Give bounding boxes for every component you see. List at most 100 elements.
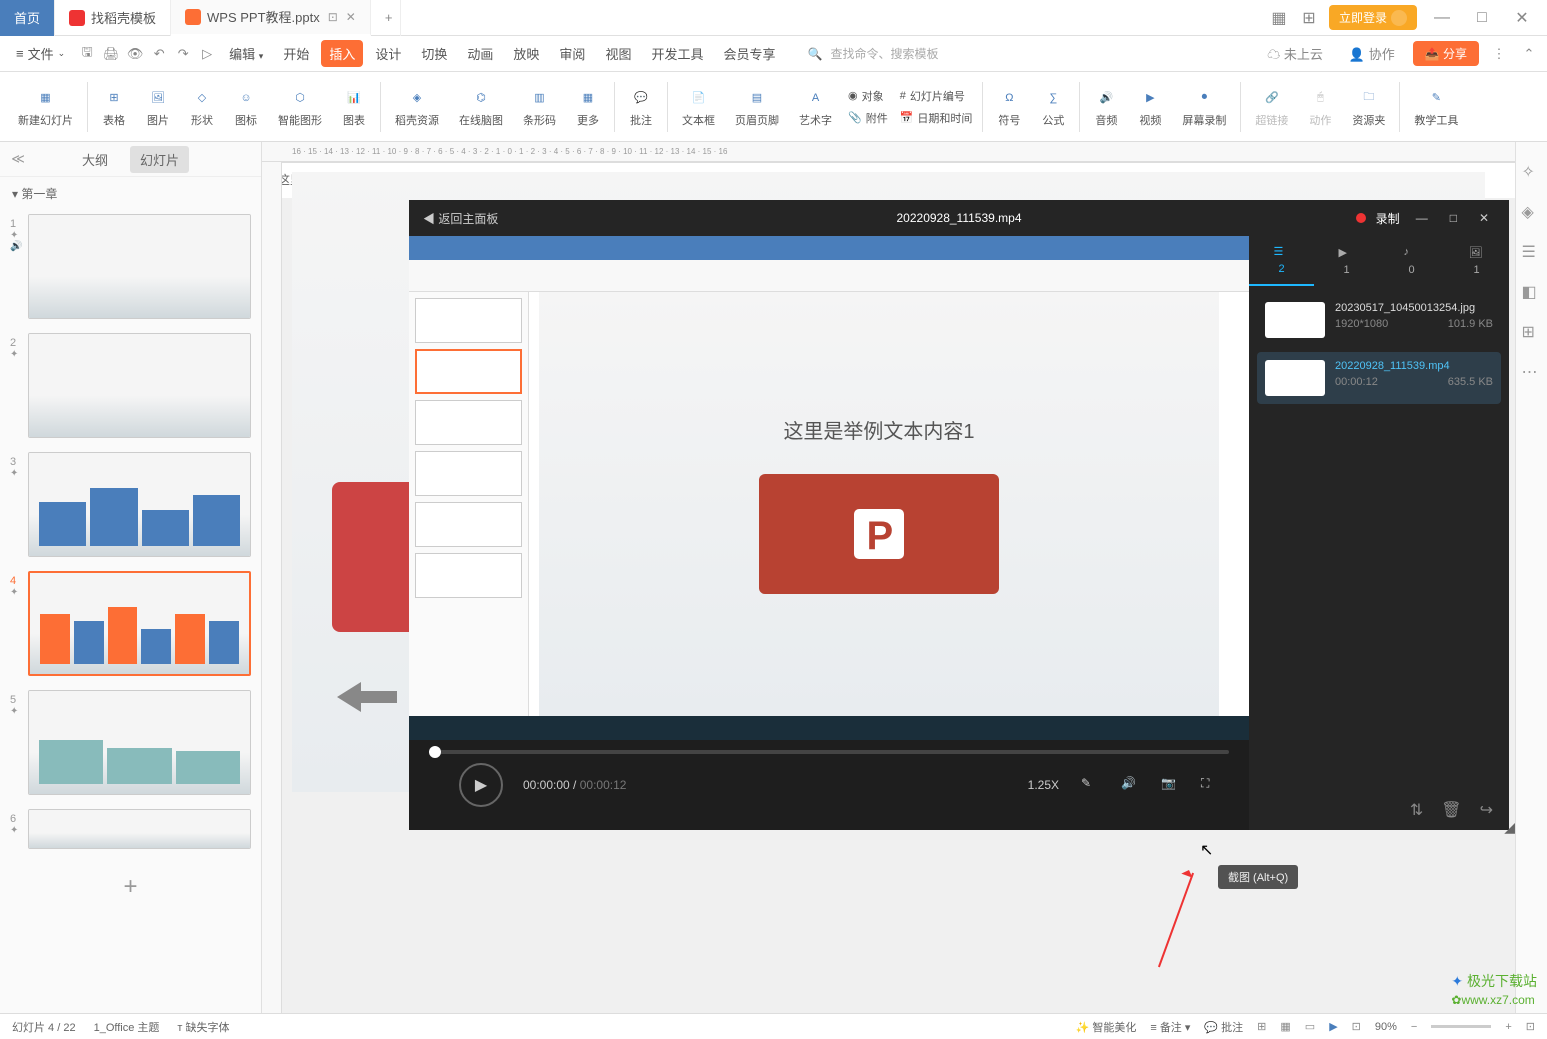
- coop-button[interactable]: 👤 协作: [1341, 40, 1403, 67]
- pltab-video[interactable]: ▶1: [1314, 236, 1379, 286]
- beautify-button[interactable]: ✨ 智能美化: [1076, 1019, 1137, 1035]
- collapse-icon[interactable]: ≪: [8, 151, 28, 167]
- rb-datetime[interactable]: 📅日期和时间: [900, 110, 973, 126]
- tab-x-icon[interactable]: ✕: [346, 10, 356, 24]
- cloud-status[interactable]: ☁ 未上云: [1259, 40, 1331, 67]
- rb-picture[interactable]: 🖼图片: [136, 77, 180, 137]
- print-icon[interactable]: 🖨: [101, 44, 121, 64]
- apps-icon[interactable]: ⊞: [1299, 8, 1319, 28]
- rb-shape[interactable]: ◇形状: [180, 77, 224, 137]
- delete-icon[interactable]: 🗑: [1441, 800, 1461, 820]
- play-button[interactable]: ▶: [459, 763, 503, 807]
- menu-member[interactable]: 会员专享: [715, 40, 783, 67]
- tp-ai-icon[interactable]: ✧: [1522, 162, 1542, 182]
- rb-newslide[interactable]: ▦新建幻灯片: [8, 77, 83, 137]
- fit-icon[interactable]: ⊡: [1526, 1020, 1535, 1033]
- maximize-icon[interactable]: □: [1467, 9, 1497, 27]
- tab-document[interactable]: WPS PPT教程.pptx ⊡ ✕: [171, 0, 371, 36]
- rb-attachment[interactable]: 📎附件: [848, 110, 888, 126]
- rb-screenrec[interactable]: ⏺屏幕录制: [1172, 77, 1236, 137]
- video-screen[interactable]: 这里是举例文本内容1 P: [409, 236, 1249, 740]
- menu-insert[interactable]: 插入: [321, 40, 363, 67]
- view-read-icon[interactable]: ▭: [1305, 1020, 1315, 1033]
- rb-chart[interactable]: 📊图表: [332, 77, 376, 137]
- volume-icon[interactable]: 🔊: [1121, 776, 1139, 794]
- sort-icon[interactable]: ⇅: [1410, 800, 1423, 820]
- tab-home[interactable]: 首页: [0, 0, 55, 36]
- more-menu-icon[interactable]: ⋮: [1489, 44, 1509, 64]
- zoom-out-icon[interactable]: −: [1411, 1021, 1417, 1033]
- tp-style-icon[interactable]: ◧: [1522, 282, 1542, 302]
- expand-icon[interactable]: ⌃: [1519, 44, 1539, 64]
- rb-hyperlink[interactable]: 🔗超链接: [1245, 77, 1298, 137]
- minimize-icon[interactable]: —: [1427, 9, 1457, 27]
- tp-design-icon[interactable]: ◈: [1522, 202, 1542, 222]
- rb-teachtool[interactable]: ✎教学工具: [1404, 77, 1468, 137]
- rb-object[interactable]: ◉对象: [848, 88, 884, 104]
- tab-close-icon[interactable]: ⊡: [328, 10, 338, 24]
- rb-mindmap[interactable]: ⌬在线脑图: [449, 77, 513, 137]
- menu-edit[interactable]: 编辑 ▾: [221, 40, 271, 67]
- zoom-slider[interactable]: [1431, 1025, 1491, 1028]
- fullscreen-icon[interactable]: ⛶: [1201, 776, 1219, 794]
- rb-respack[interactable]: 🗀资源夹: [1342, 77, 1395, 137]
- rb-headerfooter[interactable]: ▤页眉页脚: [725, 77, 789, 137]
- search-area[interactable]: 🔍 查找命令、搜索模板: [807, 45, 938, 62]
- rb-more[interactable]: ▦更多: [566, 77, 610, 137]
- notes-button[interactable]: ≡ 备注 ▾: [1150, 1019, 1190, 1035]
- screenshot-icon[interactable]: 📷: [1161, 776, 1179, 794]
- thumb-4[interactable]: 4✦: [10, 571, 251, 676]
- zoom-value[interactable]: 90%: [1375, 1021, 1397, 1033]
- speed-button[interactable]: 1.25X: [1028, 778, 1059, 792]
- rb-wordart[interactable]: A艺术字: [789, 77, 842, 137]
- preview-icon[interactable]: 👁: [125, 44, 145, 64]
- zoom-in-icon[interactable]: +: [1505, 1021, 1511, 1033]
- tp-more-icon[interactable]: ⋯: [1522, 362, 1542, 382]
- thumb-3[interactable]: 3✦: [10, 452, 251, 557]
- grid-icon[interactable]: ▦: [1269, 8, 1289, 28]
- brush-icon[interactable]: ✎: [1081, 776, 1099, 794]
- pltab-image[interactable]: 🖼1: [1444, 236, 1509, 286]
- share-button[interactable]: 📤 分享: [1413, 41, 1479, 66]
- pltab-media[interactable]: ☰2: [1249, 236, 1314, 286]
- menu-transition[interactable]: 切换: [413, 40, 455, 67]
- play-icon[interactable]: ▷: [197, 44, 217, 64]
- thumb-1[interactable]: 1✦🔊: [10, 214, 251, 319]
- thumb-2[interactable]: 2✦: [10, 333, 251, 438]
- progress-bar[interactable]: [429, 750, 1229, 754]
- record-button[interactable]: 录制: [1376, 210, 1400, 227]
- pltab-audio[interactable]: ♪0: [1379, 236, 1444, 286]
- redo-icon[interactable]: ↷: [173, 44, 193, 64]
- approve-button[interactable]: 💬 批注: [1204, 1019, 1243, 1035]
- theme-name[interactable]: 1_Office 主题: [94, 1019, 160, 1035]
- thumb-5[interactable]: 5✦: [10, 690, 251, 795]
- file-item-0[interactable]: 20230517_10450013254.jpg 1920*1080101.9 …: [1257, 294, 1501, 346]
- resize-handle-icon[interactable]: ◢: [1504, 819, 1515, 836]
- menu-devtools[interactable]: 开发工具: [643, 40, 711, 67]
- save-icon[interactable]: 🖫: [77, 44, 97, 64]
- rb-comment[interactable]: 💬批注: [619, 77, 663, 137]
- tp-list-icon[interactable]: ☰: [1522, 242, 1542, 262]
- close-window-icon[interactable]: ✕: [1507, 8, 1537, 28]
- rb-icon[interactable]: ☺图标: [224, 77, 268, 137]
- rb-barcode[interactable]: ▥条形码: [513, 77, 566, 137]
- missing-font[interactable]: ᴛ 缺失字体: [177, 1019, 229, 1035]
- tab-outline[interactable]: 大纲: [72, 146, 118, 173]
- rb-table[interactable]: ⊞表格: [92, 77, 136, 137]
- rb-symbol[interactable]: Ω符号: [987, 77, 1031, 137]
- add-slide-button[interactable]: +: [10, 863, 251, 911]
- back-button[interactable]: ◀ 返回主面板: [423, 210, 498, 227]
- menu-slideshow[interactable]: 放映: [505, 40, 547, 67]
- export-icon[interactable]: ↪: [1480, 800, 1493, 820]
- file-menu[interactable]: ≡文件⌄: [8, 40, 73, 67]
- player-maximize-icon[interactable]: □: [1444, 211, 1463, 225]
- rb-smartart[interactable]: ⬡智能图形: [268, 77, 332, 137]
- player-minimize-icon[interactable]: —: [1410, 211, 1434, 225]
- menu-animation[interactable]: 动画: [459, 40, 501, 67]
- play-button[interactable]: ▶: [1329, 1020, 1337, 1033]
- new-tab-button[interactable]: +: [371, 0, 401, 36]
- rb-video[interactable]: ▶视频: [1128, 77, 1172, 137]
- menu-review[interactable]: 审阅: [551, 40, 593, 67]
- tp-apps-icon[interactable]: ⊞: [1522, 322, 1542, 342]
- tab-template[interactable]: 找稻壳模板: [55, 0, 171, 36]
